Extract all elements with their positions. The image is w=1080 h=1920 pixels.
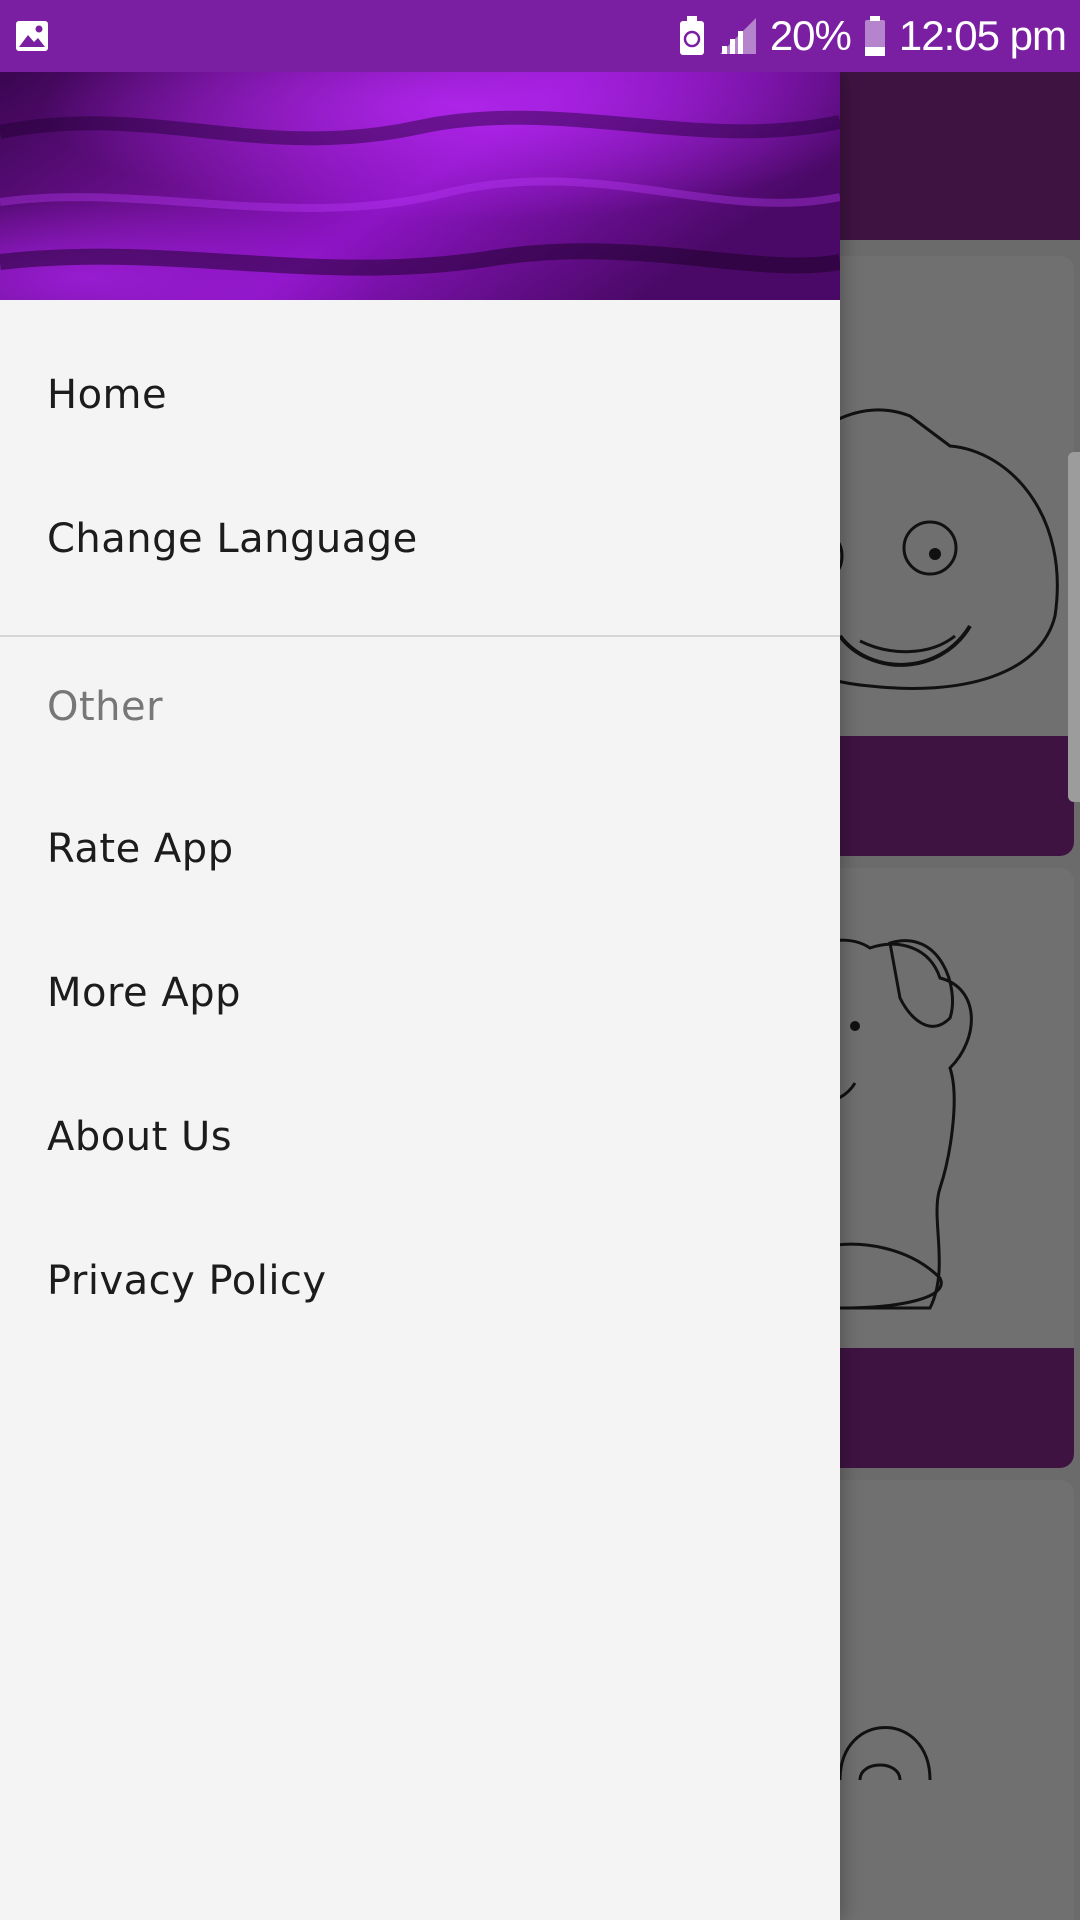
battery-saver-icon xyxy=(679,16,704,55)
scrollbar[interactable] xyxy=(1068,452,1080,802)
menu-item-change-language[interactable]: Change Language xyxy=(0,467,840,611)
status-bar: 20% 12:05 pm xyxy=(0,0,1080,72)
signal-icon xyxy=(719,18,756,54)
status-icons: 20% 12:05 pm xyxy=(678,0,1067,72)
battery-icon xyxy=(864,16,885,56)
drawer-menu: Home Change Language Other Rate App More… xyxy=(0,300,840,1353)
menu-item-more-app[interactable]: More App xyxy=(0,921,840,1065)
menu-item-about-us[interactable]: About Us xyxy=(0,1065,840,1209)
battery-percent: 20% xyxy=(769,12,852,59)
menu-item-rate-app[interactable]: Rate App xyxy=(0,777,840,921)
menu-item-home[interactable]: Home xyxy=(0,323,840,467)
menu-item-privacy-policy[interactable]: Privacy Policy xyxy=(0,1209,840,1353)
section-title-other: Other xyxy=(47,684,164,730)
navigation-drawer: Home Change Language Other Rate App More… xyxy=(0,72,840,1920)
clock: 12:05 pm xyxy=(898,12,1067,59)
drawer-header-image xyxy=(0,72,840,300)
gallery-icon xyxy=(16,21,48,51)
